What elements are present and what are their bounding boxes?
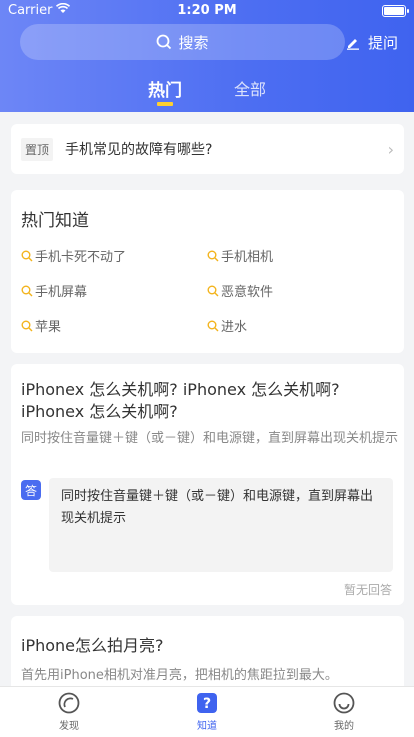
header: Carrier 1:20 PM 搜索 提问 热门 全部 <box>0 0 414 112</box>
search-bar[interactable]: 搜索 <box>20 24 345 60</box>
pinned-tag: 置顶 <box>21 137 54 161</box>
keyword-item[interactable]: 手机卡死不动了 <box>21 246 126 265</box>
search-placeholder: 搜索 <box>178 33 209 52</box>
no-answer-status: 暂无回答 <box>343 583 392 597</box>
tab-all[interactable]: 全部 <box>234 76 266 100</box>
svg-text:?: ? <box>203 696 211 712</box>
search-icon <box>21 250 33 261</box>
edit-icon <box>347 38 359 50</box>
question-title: iPhonex 怎么关机啊? iPhonex 怎么关机啊? iPhonex 怎么… <box>21 380 340 421</box>
answer-badge: 答 <box>21 480 41 500</box>
question-icon: ? <box>177 691 237 715</box>
tab-indicator <box>157 102 173 106</box>
status-bar: Carrier 1:20 PM <box>0 0 414 22</box>
keyword-label: 苹果 <box>35 320 62 335</box>
keyword-label: 手机屏幕 <box>35 285 88 300</box>
pinned-question-text: 手机常见的故障有哪些? <box>65 142 213 158</box>
question-description: 首先用iPhone相机对准月亮，把相机的焦距拉到最大。 <box>21 668 338 683</box>
question-description: 同时按住音量键＋键（或－键）和电源键，直到屏幕出现关机提示 <box>21 431 399 446</box>
tab-hot[interactable]: 热门 <box>148 76 182 101</box>
tab-label: 发现 <box>59 721 79 732</box>
keyword-label: 手机卡死不动了 <box>35 250 127 265</box>
question-card[interactable]: iPhone怎么拍月亮? 首先用iPhone相机对准月亮，把相机的焦距拉到最大。 <box>11 616 404 696</box>
search-icon <box>21 285 33 296</box>
keyword-item[interactable]: 苹果 <box>21 316 61 335</box>
keyword-label: 手机相机 <box>221 250 274 265</box>
bottom-tab-bar: 发现 ? 知道 我的 <box>0 686 414 737</box>
battery-icon <box>382 5 409 17</box>
keyword-label: 恶意软件 <box>221 285 274 300</box>
keyword-item[interactable]: 手机相机 <box>207 246 273 265</box>
keyword-item[interactable]: 进水 <box>207 316 247 335</box>
answer-box: 同时按住音量键＋键（或－键）和电源键，直到屏幕出现关机提示 <box>49 478 393 572</box>
discover-icon <box>39 691 99 715</box>
tab-label: 知道 <box>197 721 217 732</box>
question-title: iPhone怎么拍月亮? <box>21 636 164 655</box>
ask-label: 提问 <box>368 34 399 52</box>
smiley-icon <box>314 691 374 715</box>
pinned-question[interactable]: 置顶 手机常见的故障有哪些? › <box>11 124 404 174</box>
hot-knowledge-title: 热门知道 <box>21 211 89 231</box>
clock: 1:20 PM <box>177 3 237 18</box>
search-icon <box>157 34 172 50</box>
search-icon <box>207 250 219 261</box>
tab-mine[interactable]: 我的 <box>314 691 374 732</box>
tab-label: 我的 <box>334 721 354 732</box>
search-icon <box>207 320 219 331</box>
hot-knowledge-card: 热门知道 手机卡死不动了 手机相机 手机屏幕 恶意软件 苹果 进水 <box>11 190 404 353</box>
tab-know[interactable]: ? 知道 <box>177 691 237 732</box>
keyword-item[interactable]: 恶意软件 <box>207 281 273 300</box>
keyword-label: 进水 <box>221 320 248 335</box>
ask-button[interactable]: 提问 <box>346 32 398 53</box>
chevron-right-icon: › <box>387 140 394 159</box>
search-icon <box>21 320 33 331</box>
tab-bar-top: 热门 全部 <box>0 76 414 106</box>
answer-text: 同时按住音量键＋键（或－键）和电源键，直到屏幕出现关机提示 <box>61 489 374 526</box>
search-icon <box>207 285 219 296</box>
tab-discover[interactable]: 发现 <box>39 691 99 732</box>
keyword-item[interactable]: 手机屏幕 <box>21 281 87 300</box>
question-card[interactable]: iPhonex 怎么关机啊? iPhonex 怎么关机啊? iPhonex 怎么… <box>11 364 404 605</box>
